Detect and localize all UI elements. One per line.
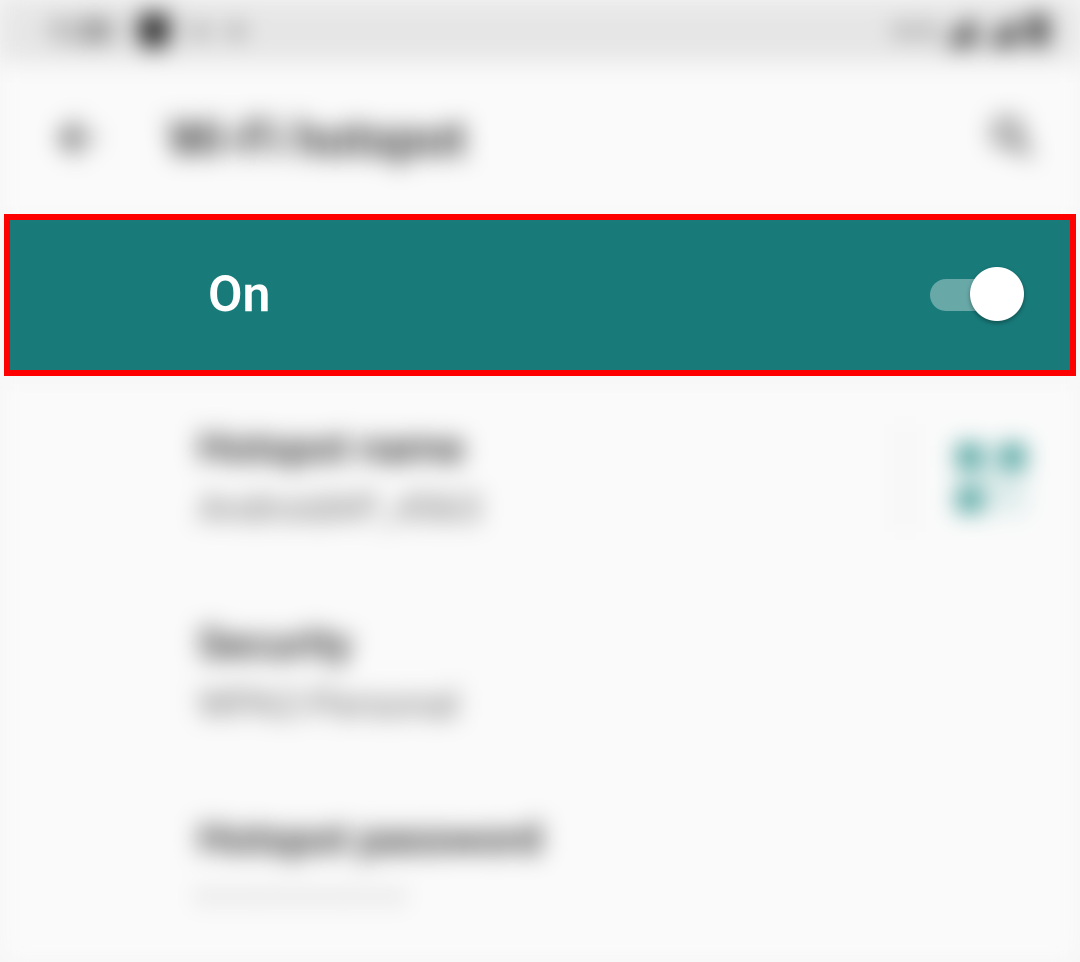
- status-bar: 1:30: [0, 0, 1080, 62]
- qr-code-icon[interactable]: [958, 445, 1024, 511]
- app-bar: Wi-Fi hotspot: [0, 62, 1080, 218]
- search-icon[interactable]: [986, 111, 1040, 169]
- status-time: 1:30: [50, 14, 113, 49]
- setting-value: ••••••••••: [198, 878, 1024, 918]
- signal-icon: [988, 17, 1016, 45]
- hotspot-master-toggle-row[interactable]: On: [4, 214, 1076, 376]
- status-dot-icon: [231, 26, 241, 36]
- setting-label: Security: [198, 620, 1024, 669]
- toggle-status-label: On: [208, 266, 930, 324]
- signal-icon: [946, 17, 974, 45]
- setting-value: AndroidAP_4563: [198, 487, 904, 531]
- status-indicator-icon: [922, 26, 932, 36]
- battery-icon: [1030, 17, 1046, 45]
- switch-thumb: [970, 267, 1024, 321]
- settings-list: Hotspot name AndroidAP_4563 Security WPA…: [0, 380, 1080, 962]
- setting-label: Hotspot name: [198, 424, 904, 473]
- blurred-background: 1:30 Wi-Fi hotspot Hotspot name AndroidA…: [0, 0, 1080, 960]
- setting-row-hotspot-name[interactable]: Hotspot name AndroidAP_4563: [0, 380, 1080, 576]
- status-dot-icon: [195, 26, 205, 36]
- setting-value: WPA2-Personal: [198, 683, 1024, 727]
- back-arrow-icon[interactable]: [50, 111, 104, 169]
- vpn-shield-icon: [139, 14, 169, 48]
- divider: [904, 424, 906, 532]
- hotspot-toggle-switch[interactable]: [930, 269, 1018, 321]
- setting-label: Hotspot password: [198, 815, 1024, 864]
- status-indicator-icon: [898, 26, 908, 36]
- setting-row-hotspot-password[interactable]: Hotspot password ••••••••••: [0, 771, 1080, 962]
- page-title: Wi-Fi hotspot: [168, 111, 922, 169]
- setting-row-security[interactable]: Security WPA2-Personal: [0, 576, 1080, 771]
